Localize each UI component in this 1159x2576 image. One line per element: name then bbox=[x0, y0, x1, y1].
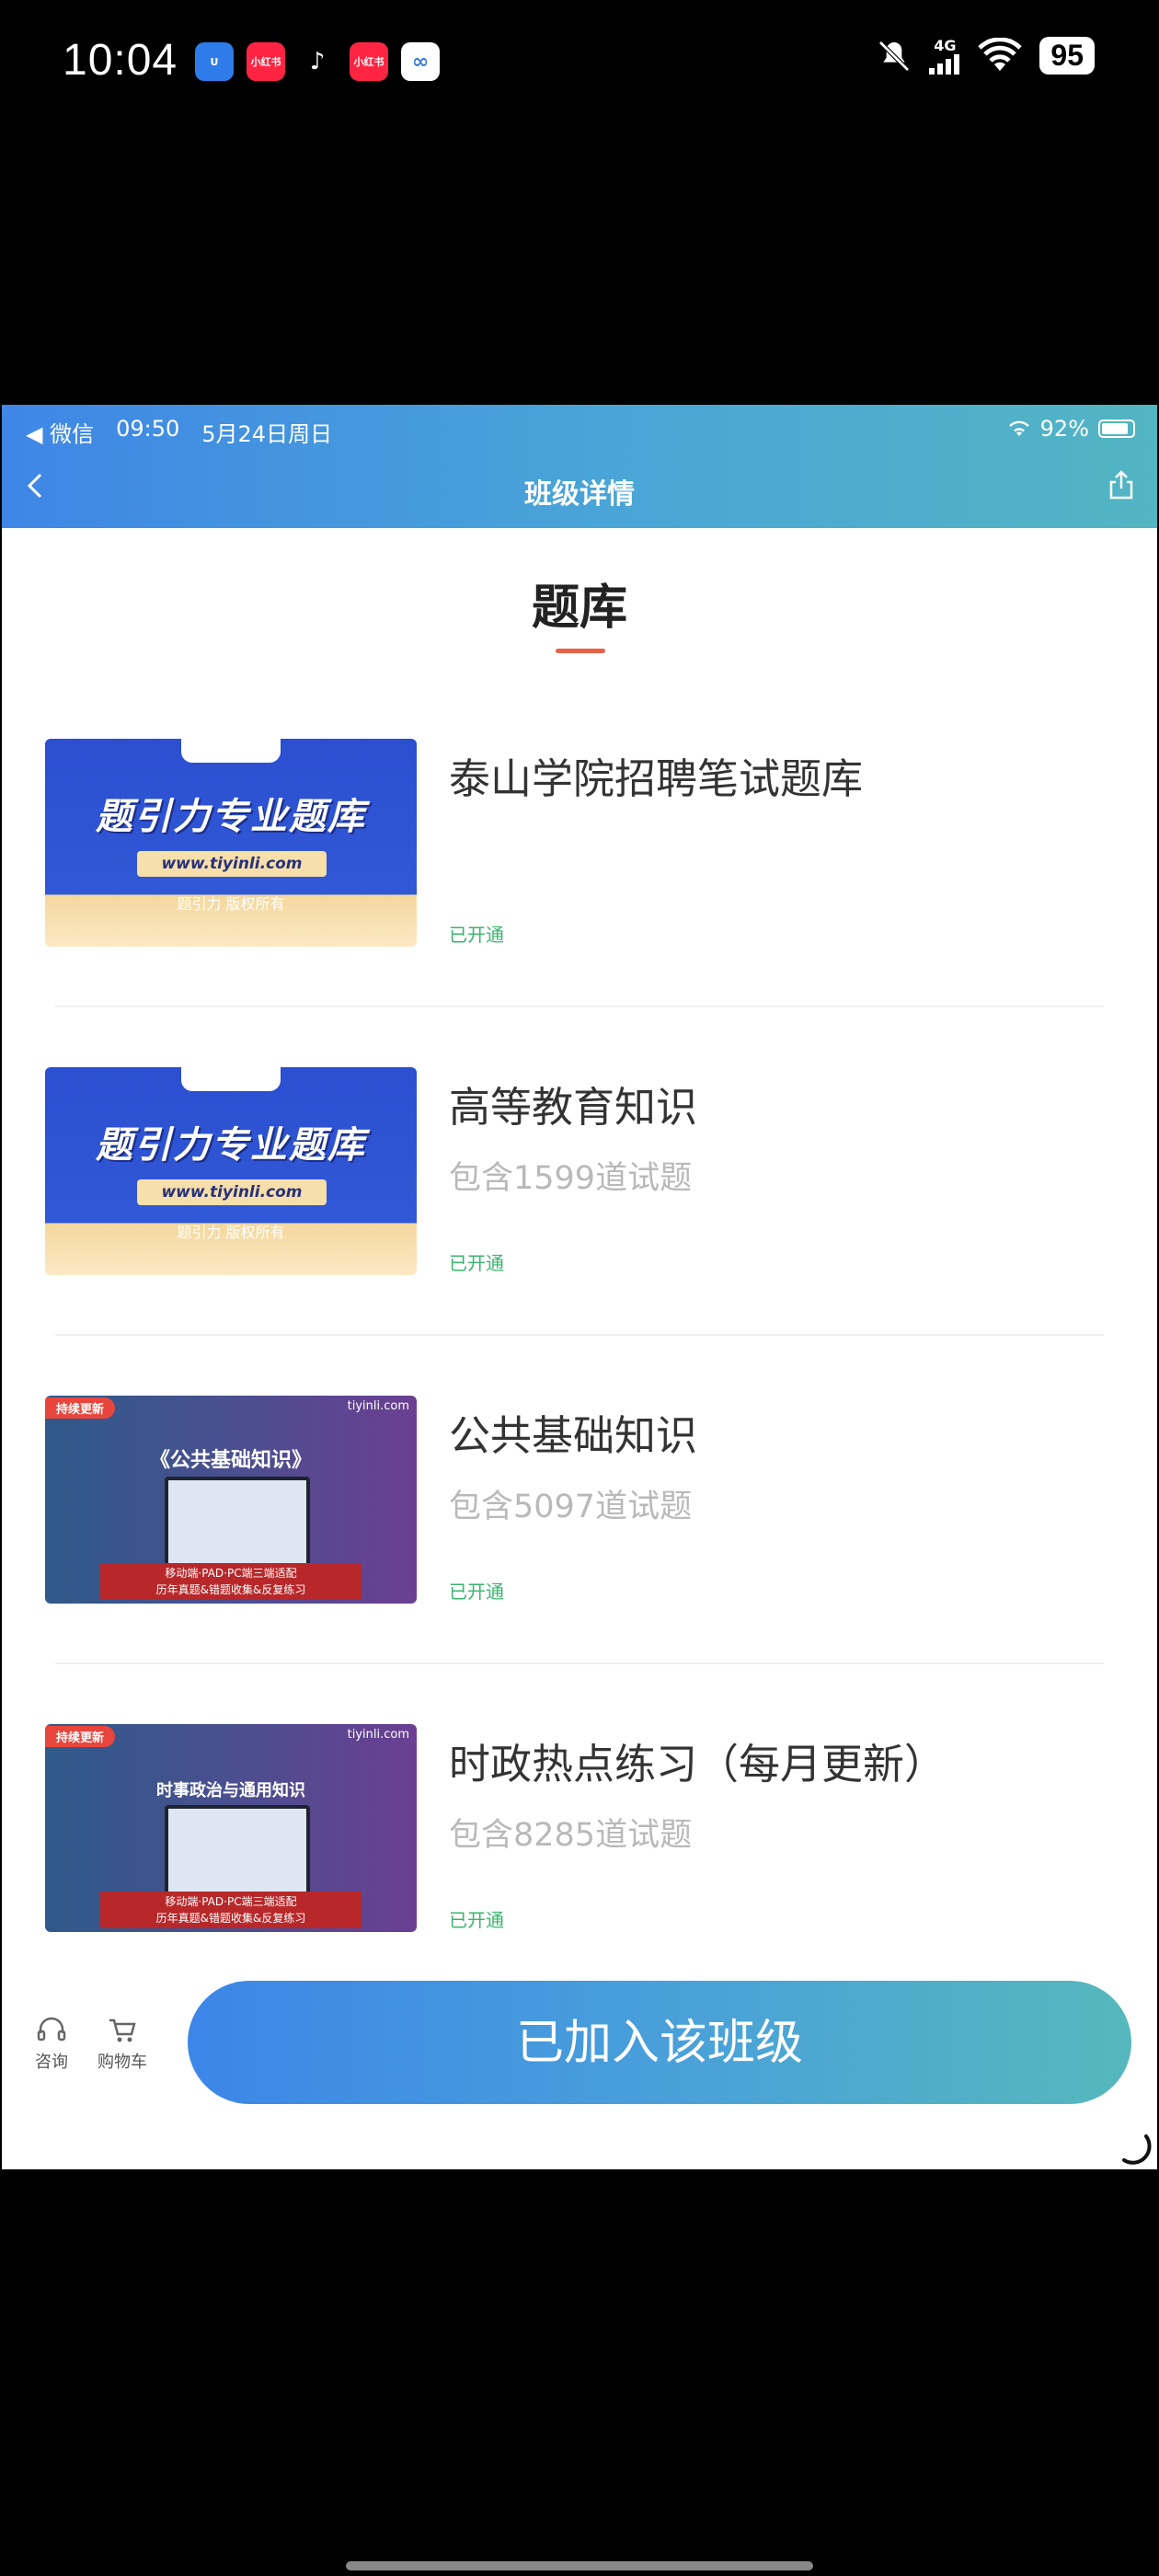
class-detail-page: ◀ 微信 09:50 5月24日周日 92% 班级详情 题库 题引力专业题库 w… bbox=[2, 405, 1157, 2169]
divider bbox=[55, 1662, 1104, 1664]
cover-title: 题引力专业题库 bbox=[96, 796, 366, 838]
cover-brand: tiyinli.com bbox=[347, 1728, 409, 1742]
cover-owner: 题引力 版权所有 bbox=[177, 895, 285, 913]
cover-title: 《公共基础知识》 bbox=[149, 1449, 312, 1472]
cover-url: www.tiyinli.com bbox=[137, 1179, 327, 1205]
clock: 10:04 bbox=[63, 36, 178, 85]
tiktok-icon: ♪ bbox=[298, 42, 337, 81]
network-type: 4G bbox=[934, 37, 957, 54]
cover-footer-line: 历年真题&错题收集&反复练习 bbox=[155, 1583, 306, 1596]
course-cover-image: 题引力专业题库 www.tiyinli.com 题引力 版权所有 bbox=[45, 1067, 417, 1275]
notification-icons: U 小红书 ♪ 小红书 ∞ bbox=[195, 42, 440, 81]
battery-level: 95 bbox=[1039, 37, 1095, 75]
phone-status-bar: 10:04 U 小红书 ♪ 小红书 ∞ 4G 95 bbox=[0, 0, 1159, 129]
item-question-count: 包含5097道试题 bbox=[449, 1489, 693, 1525]
cover-footer: 移动端·PAD·PC端三端适配 历年真题&错题收集&反复练习 bbox=[100, 1892, 361, 1928]
divider bbox=[55, 1334, 1104, 1336]
cover-url: www.tiyinli.com bbox=[137, 851, 327, 877]
joined-class-button[interactable]: 已加入该班级 bbox=[188, 1981, 1131, 2104]
cover-title: 时事政治与通用知识 bbox=[156, 1781, 305, 1800]
divider bbox=[55, 1006, 1104, 1007]
cover-footer-line: 移动端·PAD·PC端三端适配 bbox=[165, 1895, 297, 1908]
question-bank-item[interactable]: 持续更新 tiyinli.com 时事政治与通用知识 移动端·PAD·PC端三端… bbox=[2, 405, 1157, 1932]
xiaohongshu-icon: 小红书 bbox=[350, 42, 388, 81]
app-notification-icon: U bbox=[195, 42, 234, 81]
cover-brand: tiyinli.com bbox=[347, 1399, 409, 1413]
cover-title: 题引力专业题库 bbox=[96, 1124, 366, 1167]
cover-badge: 持续更新 bbox=[45, 1726, 116, 1747]
cover-footer-line: 移动端·PAD·PC端三端适配 bbox=[165, 1567, 297, 1580]
item-title: 公共基础知识 bbox=[449, 1411, 698, 1460]
course-cover-image: 持续更新 tiyinli.com 《公共基础知识》 移动端·PAD·PC端三端适… bbox=[45, 1396, 417, 1604]
cart-button[interactable]: 购物车 bbox=[98, 2017, 147, 2073]
item-title: 泰山学院招聘笔试题库 bbox=[449, 754, 864, 803]
loading-spinner-icon bbox=[1122, 2134, 1152, 2165]
item-question-count: 包含1599道试题 bbox=[449, 1160, 693, 1197]
cover-owner: 题引力 版权所有 bbox=[177, 1224, 285, 1241]
consult-label: 咨询 bbox=[35, 2053, 68, 2072]
item-status: 已开通 bbox=[449, 1581, 504, 1603]
cellular-signal-icon: 4G bbox=[929, 37, 960, 75]
cloud-app-icon: ∞ bbox=[401, 42, 440, 81]
item-status: 已开通 bbox=[449, 1909, 504, 1931]
cover-footer-line: 历年真题&错题收集&反复练习 bbox=[155, 1912, 306, 1925]
cover-footer: 移动端·PAD·PC端三端适配 历年真题&错题收集&反复练习 bbox=[100, 1563, 361, 1600]
system-indicators: 4G 95 bbox=[876, 37, 1095, 75]
loading-spinner bbox=[1115, 2129, 1152, 2169]
item-title: 高等教育知识 bbox=[449, 1083, 698, 1132]
cover-tab bbox=[181, 1067, 281, 1091]
device-illustration bbox=[165, 1477, 310, 1569]
cart-icon bbox=[109, 2018, 136, 2042]
course-cover-image: 题引力专业题库 www.tiyinli.com 题引力 版权所有 bbox=[45, 739, 417, 947]
xiaohongshu-icon: 小红书 bbox=[247, 42, 285, 81]
wifi-icon bbox=[978, 37, 1023, 71]
item-title: 时政热点练习（每月更新） bbox=[449, 1740, 947, 1788]
home-indicator[interactable] bbox=[346, 2561, 813, 2570]
course-cover-image: 持续更新 tiyinli.com 时事政治与通用知识 移动端·PAD·PC端三端… bbox=[45, 1724, 417, 1932]
item-question-count: 包含8285道试题 bbox=[449, 1817, 693, 1854]
cover-tab bbox=[181, 739, 281, 763]
item-status: 已开通 bbox=[449, 1252, 504, 1274]
consult-button[interactable]: 咨询 bbox=[35, 2017, 68, 2073]
headset-icon bbox=[37, 2017, 66, 2041]
cart-label: 购物车 bbox=[98, 2053, 147, 2072]
mute-bell-icon bbox=[878, 40, 911, 72]
item-status: 已开通 bbox=[449, 924, 504, 946]
device-illustration bbox=[165, 1805, 310, 1897]
cover-badge: 持续更新 bbox=[45, 1397, 116, 1419]
